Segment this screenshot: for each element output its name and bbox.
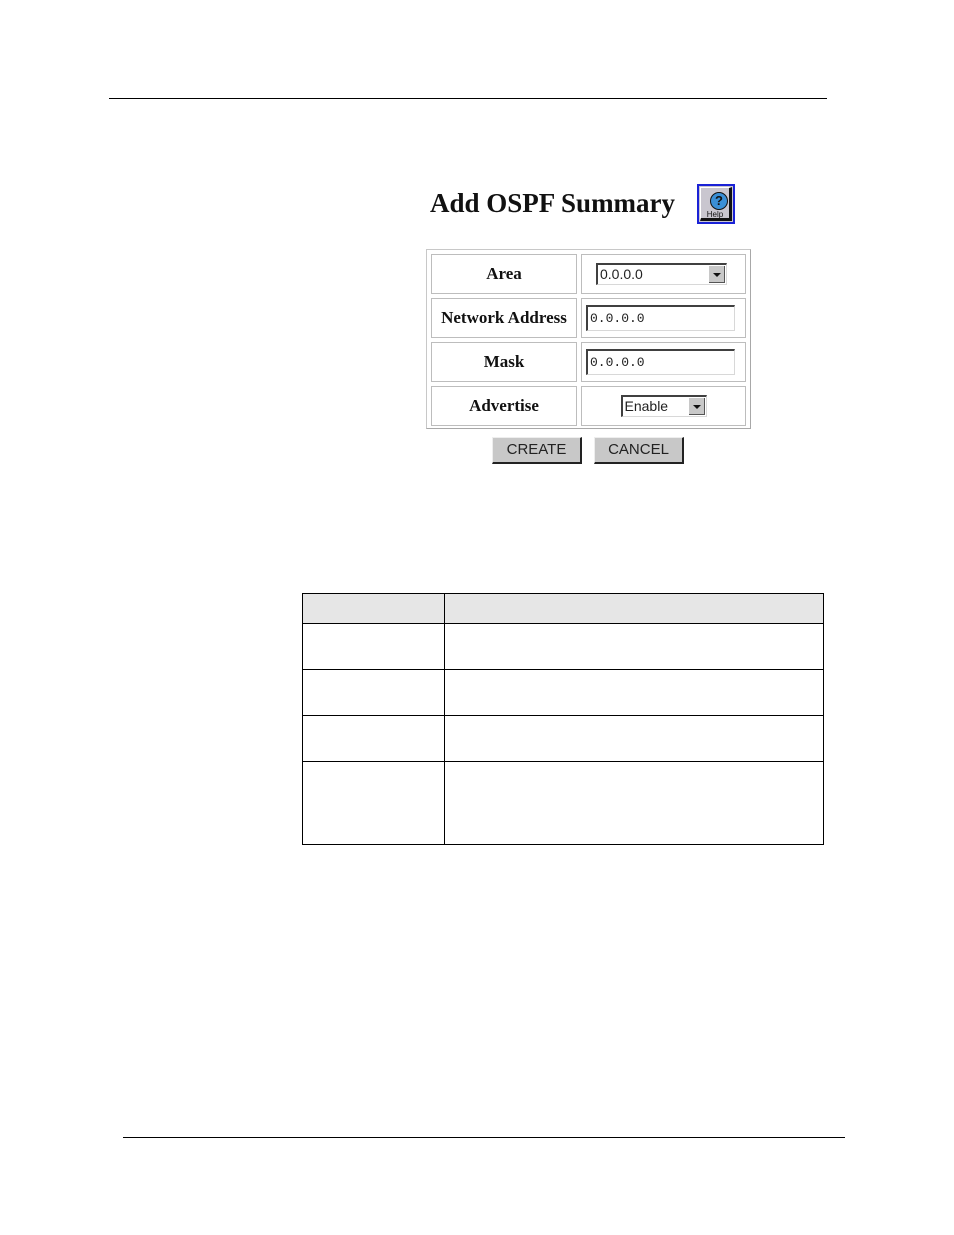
question-mark-icon: ? <box>710 192 728 210</box>
table-cell <box>302 623 445 670</box>
table-cell <box>444 761 824 845</box>
table-header-field <box>302 593 445 624</box>
network-address-input[interactable] <box>586 305 735 331</box>
area-label: Area <box>431 254 577 294</box>
table-header-row <box>302 593 824 624</box>
form-row-mask: Mask <box>429 340 748 384</box>
ospf-summary-form: Area 0.0.0.0 Network Address Mask Advert… <box>426 249 751 429</box>
area-select-value: 0.0.0.0 <box>600 266 643 282</box>
advertise-cell: Enable <box>581 386 746 426</box>
area-cell: 0.0.0.0 <box>581 254 746 294</box>
cancel-button[interactable]: CANCEL <box>594 437 684 464</box>
mask-label: Mask <box>431 342 577 382</box>
table-cell <box>444 669 824 716</box>
chevron-down-icon[interactable] <box>688 398 705 415</box>
help-label: Help <box>706 210 724 219</box>
form-row-network-address: Network Address <box>429 296 748 340</box>
table-row <box>302 715 824 762</box>
help-button-face: ? Help <box>700 187 732 221</box>
table-cell <box>302 715 445 762</box>
form-row-area: Area 0.0.0.0 <box>429 252 748 296</box>
table-cell <box>444 623 824 670</box>
table-cell <box>302 761 445 845</box>
table-header-description <box>444 593 824 624</box>
mask-input[interactable] <box>586 349 735 375</box>
table-row <box>302 623 824 670</box>
advertise-select-value: Enable <box>624 398 669 414</box>
table-cell <box>444 715 824 762</box>
header-rule <box>109 98 827 99</box>
mask-cell <box>581 342 746 382</box>
advertise-label: Advertise <box>431 386 577 426</box>
table-row <box>302 761 824 845</box>
table-cell <box>302 669 445 716</box>
form-row-advertise: Advertise Enable <box>429 384 748 428</box>
page-title: Add OSPF Summary <box>430 188 676 218</box>
chevron-down-icon[interactable] <box>709 266 725 283</box>
network-address-cell <box>581 298 746 338</box>
footer-rule <box>123 1137 845 1138</box>
network-address-label: Network Address <box>431 298 577 338</box>
field-description-table <box>302 593 824 845</box>
create-button[interactable]: CREATE <box>492 437 582 464</box>
area-select[interactable]: 0.0.0.0 <box>596 263 727 285</box>
help-button[interactable]: ? Help <box>697 184 735 224</box>
table-row <box>302 669 824 716</box>
advertise-select[interactable]: Enable <box>620 395 707 417</box>
